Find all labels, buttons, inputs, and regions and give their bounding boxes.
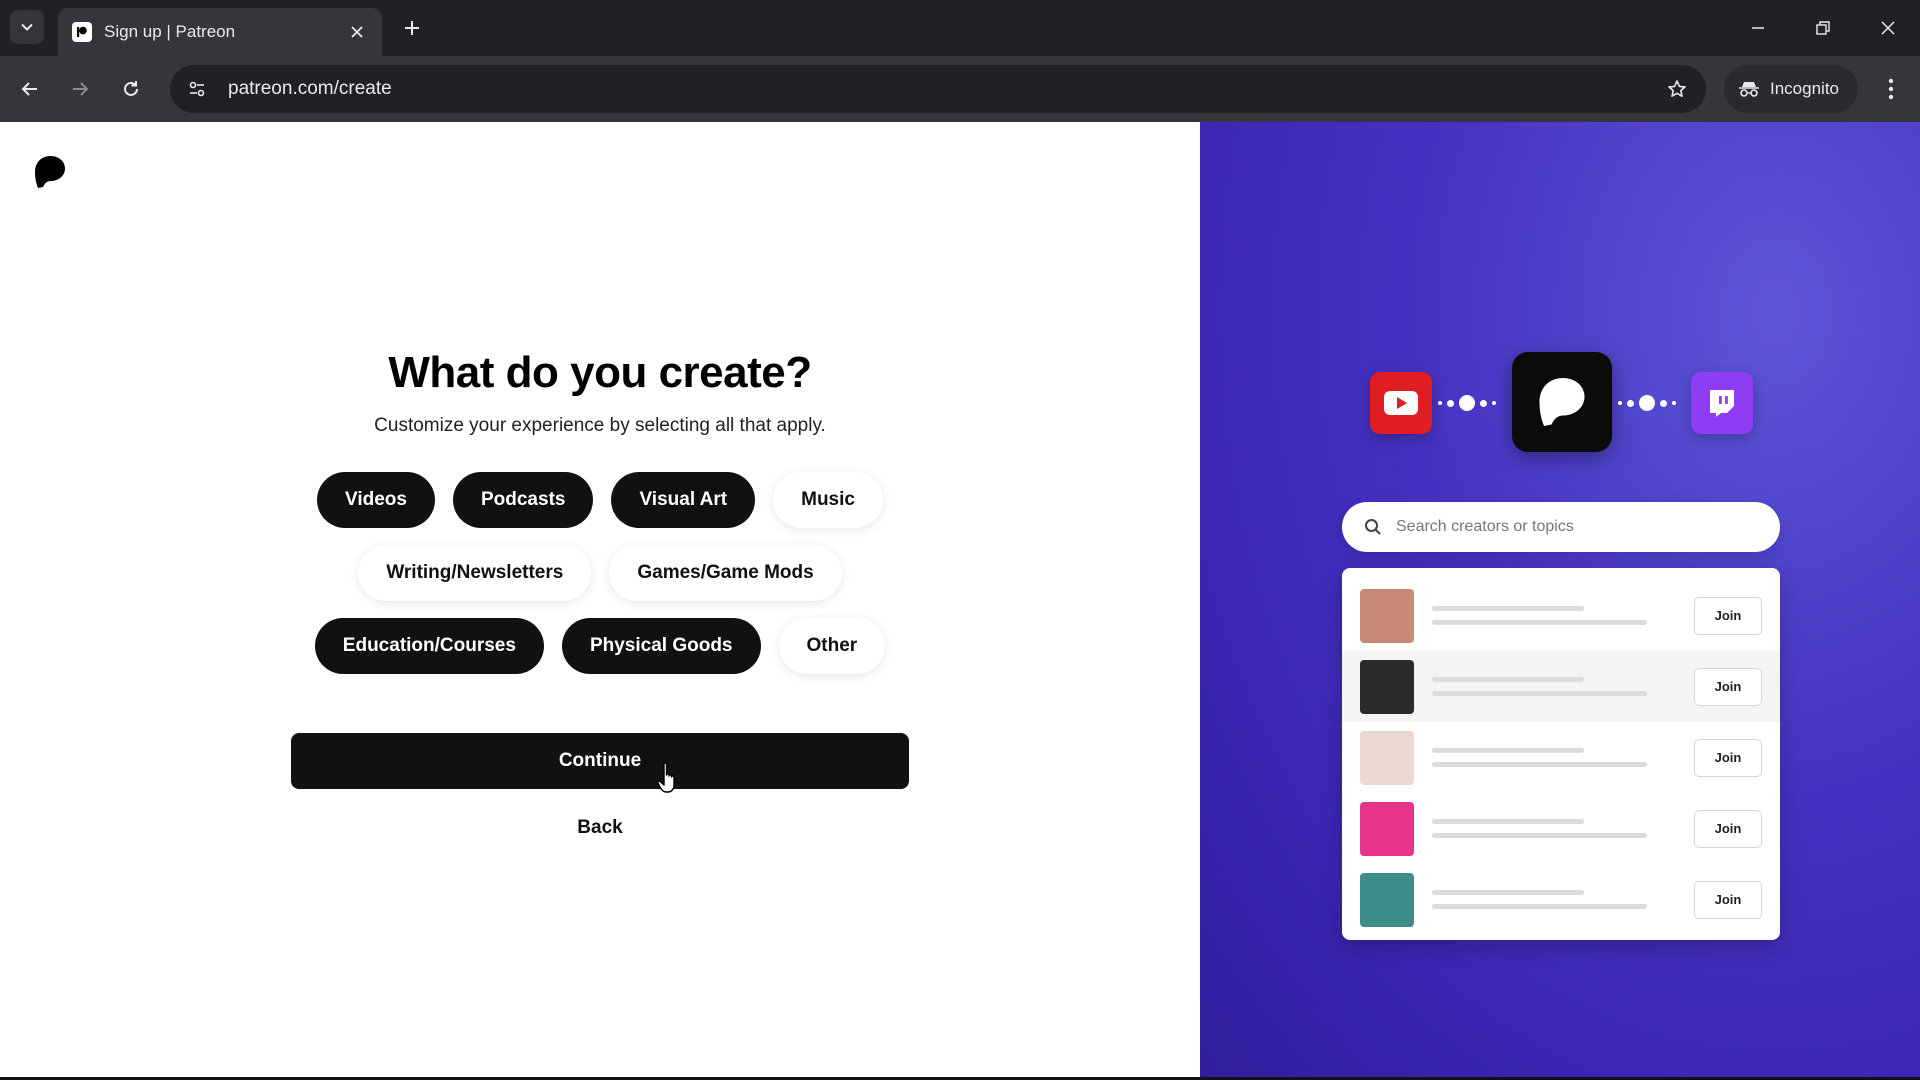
promo-panel: Search creators or topics Join Join Join… [1200, 122, 1920, 1077]
creator-placeholder-lines [1432, 748, 1694, 767]
creator-row: Join [1342, 580, 1780, 651]
category-chip-videos[interactable]: Videos [317, 472, 435, 528]
join-button[interactable]: Join [1694, 809, 1762, 848]
creator-avatar [1360, 588, 1414, 643]
category-chip-row-2: Writing/Newsletters Games/Game Mods [0, 545, 1200, 601]
forward-nav-button[interactable] [61, 70, 99, 108]
creator-row: Join [1342, 722, 1780, 793]
creator-avatar [1360, 801, 1414, 856]
restore-button[interactable] [1803, 8, 1843, 48]
new-tab-button[interactable] [396, 12, 428, 44]
minimize-button[interactable] [1738, 8, 1778, 48]
minimize-icon [1752, 27, 1764, 29]
creator-row: Join [1342, 793, 1780, 864]
category-chip-physical-goods[interactable]: Physical Goods [561, 618, 761, 674]
join-button[interactable]: Join [1694, 880, 1762, 919]
creator-avatar [1360, 659, 1414, 714]
chevron-down-icon [21, 23, 33, 31]
category-chip-row-3: Education/Courses Physical Goods Other [0, 618, 1200, 674]
browser-menu-button[interactable] [1876, 70, 1906, 108]
creator-avatar [1360, 730, 1414, 785]
active-tab[interactable]: Sign up | Patreon [58, 8, 382, 56]
back-nav-button[interactable] [11, 70, 49, 108]
patreon-favicon-icon [72, 22, 92, 42]
arrow-right-icon [73, 82, 89, 96]
creator-placeholder-lines [1432, 890, 1694, 909]
page-subtitle: Customize your experience by selecting a… [374, 415, 826, 436]
search-icon [1365, 519, 1381, 535]
arrow-left-icon [21, 82, 37, 96]
close-icon [1881, 21, 1895, 35]
category-chip-education-courses[interactable]: Education/Courses [314, 618, 544, 674]
star-icon[interactable] [1662, 74, 1692, 104]
connector-dots-right [1618, 394, 1676, 412]
join-button[interactable]: Join [1694, 738, 1762, 777]
creator-placeholder-lines [1432, 677, 1694, 696]
mouse-pointer-icon [657, 762, 675, 793]
category-chip-visual-art[interactable]: Visual Art [611, 472, 756, 528]
tab-title: Sign up | Patreon [104, 22, 236, 41]
tab-search-button[interactable] [10, 10, 44, 44]
category-chip-other[interactable]: Other [778, 618, 886, 674]
incognito-label: Incognito [1770, 79, 1839, 98]
browser-tab-bar: Sign up | Patreon [0, 0, 1920, 56]
incognito-icon [1739, 82, 1759, 97]
reload-icon [124, 81, 138, 96]
join-button[interactable]: Join [1694, 596, 1762, 635]
category-chip-writing-newsletters[interactable]: Writing/Newsletters [358, 545, 592, 601]
patreon-brand-icon [1512, 352, 1612, 452]
category-chip-podcasts[interactable]: Podcasts [452, 472, 594, 528]
incognito-indicator[interactable]: Incognito [1724, 65, 1858, 113]
more-vert-icon [1888, 78, 1894, 100]
creator-avatar [1360, 872, 1414, 927]
page-content: What do you create? Customize your exper… [0, 122, 1920, 1077]
creator-row: Join [1342, 864, 1780, 935]
back-link[interactable]: Back [0, 817, 1200, 839]
patreon-logo-icon[interactable] [32, 154, 68, 190]
signup-panel: What do you create? Customize your exper… [0, 122, 1200, 1077]
category-chip-games-game-mods[interactable]: Games/Game Mods [609, 545, 842, 601]
creator-row: Join [1342, 651, 1780, 722]
join-button[interactable]: Join [1694, 667, 1762, 706]
url-text: patreon.com/create [228, 78, 392, 99]
connector-dots-left [1438, 394, 1496, 412]
page-title: What do you create? [388, 348, 812, 397]
creator-placeholder-lines [1432, 606, 1694, 625]
continue-button[interactable]: Continue [291, 733, 909, 789]
address-bar[interactable]: patreon.com/create [170, 65, 1706, 113]
twitch-icon [1691, 372, 1753, 434]
youtube-icon [1370, 372, 1432, 434]
restore-icon [1816, 21, 1830, 35]
close-window-button[interactable] [1868, 8, 1908, 48]
creator-list: Join Join Join Join Join [1342, 568, 1780, 940]
close-tab-icon[interactable] [346, 21, 368, 43]
creator-search-bar[interactable]: Search creators or topics [1342, 502, 1780, 552]
creator-placeholder-lines [1432, 819, 1694, 838]
category-chip-music[interactable]: Music [773, 472, 883, 528]
browser-toolbar: patreon.com/create Incognito [0, 56, 1920, 122]
plus-icon [405, 21, 419, 35]
search-placeholder: Search creators or topics [1396, 518, 1574, 535]
category-chip-row-1: Videos Podcasts Visual Art Music [0, 472, 1200, 528]
reload-button[interactable] [112, 70, 150, 108]
site-settings-icon[interactable] [182, 74, 212, 104]
